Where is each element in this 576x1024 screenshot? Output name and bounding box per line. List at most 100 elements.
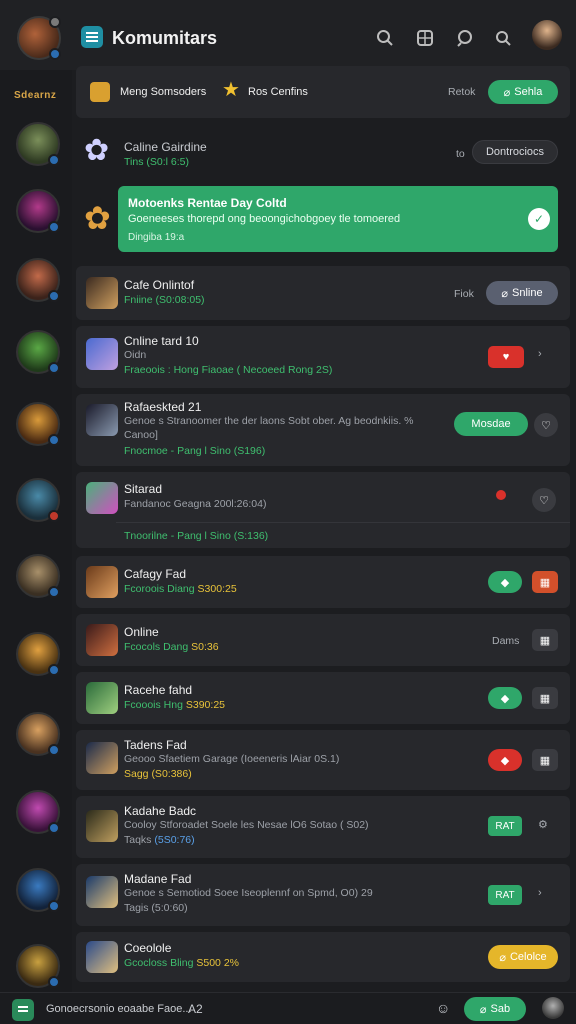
game-sub: Fcocols Dang S0:36 [124,641,219,653]
game-thumbnail [86,682,118,714]
app-title: Komumitars [112,28,218,48]
settings-small-icon[interactable]: ⚙ [538,818,548,831]
game-name: Cnline tard 10 [124,334,199,348]
online-game-name: Caline Gairdine [124,140,207,154]
game-thumbnail [86,742,118,774]
friend-avatar[interactable] [16,478,60,522]
rate-button[interactable]: RAT [488,885,522,905]
grid-button[interactable]: ▦ [532,687,558,709]
grid-button[interactable]: ▦ [532,629,558,651]
game-thumbnail [86,482,118,514]
online-game-button[interactable]: Dontrociocs [472,140,558,164]
notification-badge [49,16,61,28]
game-row[interactable]: Coeolole Gcocloss Bling S500 2% ⌀ Celolce [76,932,570,982]
game-sub-status: Tnoorilne - Pang l Sino (S:136) [124,530,269,542]
footer-avatar[interactable] [542,997,564,1019]
menu-button[interactable] [81,26,103,48]
game-sub: Fandanoc Geagna 200l:26:04) [124,498,267,510]
status-badge [48,154,60,166]
accept-button[interactable]: ◆ [488,687,522,709]
game-row[interactable]: Online Fcocols Dang S0:36 Dams ▦ [76,614,570,666]
game-name: Cafe Onlintof [124,278,195,292]
footer-message[interactable]: Gonoecrsonio eoaabe Faoe... [46,1003,192,1015]
game-sub: Genoe s Semotiod Soee Iseoplennf on Spmd… [124,887,373,899]
friends-rail: Sdearnz [0,70,72,992]
game-row[interactable]: Cnline tard 10 Oidn Fraeoois : Hong Fiao… [76,326,570,388]
chat-icon[interactable] [12,999,34,1021]
app-window: Komumitars Sdearnz Meng Somsoders ★ Ros … [0,0,576,1024]
friend-avatar[interactable] [16,554,60,598]
game-thumbnail [86,338,118,370]
friend-avatar[interactable] [16,790,60,834]
emoji-icon[interactable]: ☺ [436,1000,450,1016]
check-icon[interactable]: ✓ [528,208,550,230]
heart-outline-button[interactable]: ♡ [534,413,558,437]
promo-text: Goeneeses thorepd ong beoongichobgoey tl… [128,213,401,225]
top-header: Komumitars [0,0,576,70]
game-action-button[interactable]: ⌀ Snline [486,281,558,305]
game-sub: Gcocloss Bling S500 2% [124,957,239,969]
chevron-right-icon[interactable]: › [538,348,542,360]
game-row[interactable]: Sitarad Fandanoc Geagna 200l:26:04) Tnoo… [76,472,570,548]
friend-avatar[interactable] [16,258,60,302]
friend-avatar[interactable] [16,868,60,912]
featured-bar: Meng Somsoders ★ Ros Cenfins Retok ⌀ Sehl… [76,66,570,118]
online-game-row[interactable]: ✿ Caline Gairdine Tins (S0:l 6:5) to Don… [76,128,570,184]
favorite-button[interactable]: ◆ [488,749,522,771]
game-name: Rafaeskted 21 [124,400,202,414]
game-row[interactable]: Racehe fahd Fcooois Hng S390:25 ◆ ▦ [76,672,570,724]
grid-button[interactable]: ▦ [532,749,558,771]
heart-outline-button[interactable]: ♡ [532,488,556,512]
rate-button[interactable]: RAT [488,816,522,836]
status-badge [48,822,60,834]
accept-button[interactable]: ◆ [488,571,522,593]
promo-banner[interactable]: Motoenks Rentae Day Coltd Goeneeses thor… [118,186,558,252]
status-badge [49,48,61,60]
game-sub-extra: Canoo] [124,429,158,441]
friend-avatar[interactable] [16,330,60,374]
search-icon[interactable] [376,29,394,47]
game-row[interactable]: Madane Fad Genoe s Semotiod Soee Iseople… [76,864,570,926]
chevron-right-icon[interactable]: › [538,887,542,899]
row-divider [116,522,570,523]
friend-avatar[interactable] [16,189,60,233]
send-button[interactable]: ⌀ Sab [464,997,526,1021]
settings-icon[interactable] [494,29,512,47]
game-action-button[interactable]: Mosdae [454,412,528,436]
status-badge [48,586,60,598]
friend-avatar[interactable] [16,402,60,446]
friend-avatar[interactable] [16,712,60,756]
profile-avatar[interactable] [17,16,61,60]
game-sub: Cooloy Stforoadet Soele les Nesae lO6 So… [124,819,369,831]
promo-sub: Dingiba 19:a [128,232,185,243]
game-row[interactable]: Cafe Onlintof Fniine (S0:08:05) Fiok ⌀ Sn… [76,266,570,320]
game-row[interactable]: Cafagy Fad Fcoroois Diang S300:25 ◆ ▦ [76,556,570,608]
grid-button[interactable]: ▦ [532,571,558,593]
friend-avatar[interactable] [16,944,60,988]
game-row[interactable]: Kadahe Badc Cooloy Stforoadet Soele les … [76,796,570,858]
dashboard-icon[interactable] [416,29,434,47]
game-thumbnail [86,404,118,436]
notification-dot-icon [496,490,506,500]
star-icon: ★ [222,79,240,101]
featured-item-1[interactable]: Meng Somsoders [120,86,206,98]
friend-avatar[interactable] [16,122,60,166]
game-sub-status: Sagg (S0:386) [124,768,192,780]
status-badge [48,900,60,912]
featured-item-2[interactable]: Ros Cenfins [248,86,308,98]
game-thumbnail [86,810,118,842]
game-row[interactable]: Tadens Fad Geooo Sfaetiem Garage (Ioeene… [76,730,570,790]
friend-avatar[interactable] [16,632,60,676]
game-action-button[interactable]: ⌀ Celolce [488,945,558,969]
game-name: Tadens Fad [124,738,187,752]
promo-flower-icon: ✿ [84,200,111,236]
status-badge [48,362,60,374]
user-avatar[interactable] [532,20,562,50]
game-row[interactable]: Rafaeskted 21 Genoe s Stranoomer the der… [76,394,570,466]
discover-icon[interactable] [456,29,474,47]
game-label: Fiok [454,288,474,300]
game-sub: Fcoroois Diang S300:25 [124,583,237,595]
heart-button[interactable]: ♥ [488,346,524,368]
featured-button[interactable]: ⌀ Sehla [488,80,558,104]
game-sub: Geooo Sfaetiem Garage (Ioeeneris lAiar 0… [124,753,340,765]
